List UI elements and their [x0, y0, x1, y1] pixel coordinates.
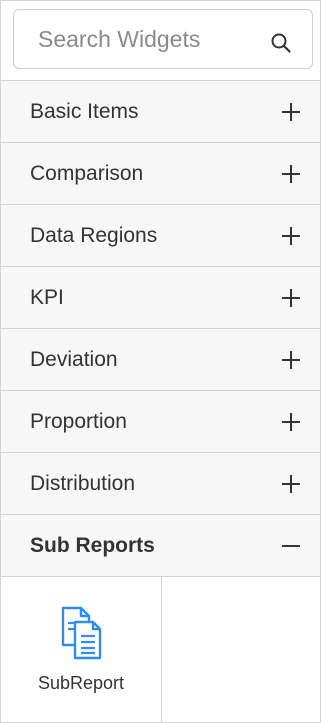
sub-reports-items: SubReport — [1, 577, 320, 722]
category-basic-items[interactable]: Basic Items — [1, 81, 320, 143]
category-label: Basic Items — [30, 100, 139, 123]
plus-icon[interactable] — [280, 411, 302, 433]
plus-icon[interactable] — [280, 349, 302, 371]
category-distribution[interactable]: Distribution — [1, 453, 320, 515]
category-label: Distribution — [30, 472, 136, 495]
minus-icon[interactable] — [280, 535, 302, 557]
category-label: Sub Reports — [30, 534, 155, 557]
category-kpi[interactable]: KPI — [1, 267, 320, 329]
category-label: Deviation — [30, 348, 118, 371]
category-proportion[interactable]: Proportion — [1, 391, 320, 453]
search-box[interactable] — [13, 9, 313, 69]
search-icon[interactable] — [270, 32, 292, 54]
category-deviation[interactable]: Deviation — [1, 329, 320, 391]
plus-icon[interactable] — [280, 101, 302, 123]
widget-label: SubReport — [37, 673, 125, 693]
category-data-regions[interactable]: Data Regions — [1, 205, 320, 267]
plus-icon[interactable] — [280, 225, 302, 247]
category-comparison[interactable]: Comparison — [1, 143, 320, 205]
category-label: Proportion — [30, 410, 127, 433]
plus-icon[interactable] — [280, 287, 302, 309]
subreport-document-icon — [61, 606, 102, 660]
widget-tile-subreport[interactable]: SubReport — [1, 577, 162, 722]
search-input[interactable] — [38, 22, 258, 56]
category-label: Comparison — [30, 162, 144, 185]
plus-icon[interactable] — [280, 163, 302, 185]
category-label: Data Regions — [30, 224, 158, 247]
search-area — [1, 1, 320, 81]
widgets-panel: Basic Items Comparison Data Regions KPI … — [0, 0, 321, 723]
category-label: KPI — [30, 286, 64, 309]
category-sub-reports[interactable]: Sub Reports — [1, 515, 320, 577]
plus-icon[interactable] — [280, 473, 302, 495]
